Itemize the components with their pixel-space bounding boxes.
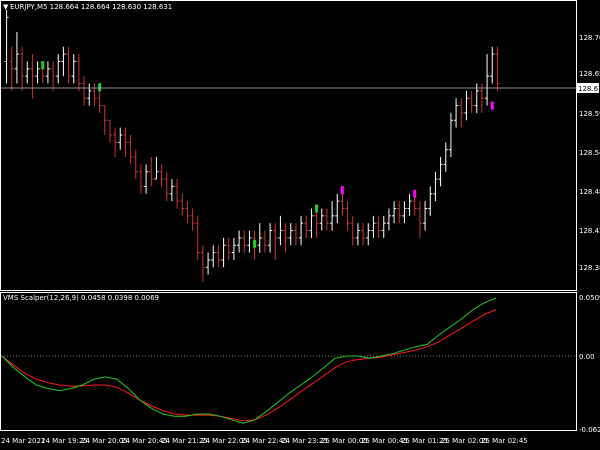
indicator-label: VMS Scalper(12,26,9) 0.0458 0.0398 0.006…: [3, 294, 159, 302]
indicator-pane[interactable]: [0, 292, 577, 431]
price-tick: 128.650: [579, 70, 600, 78]
time-tick: 24 Mar 2021: [1, 437, 45, 445]
time-axis: 24 Mar 2021 24 Mar 19:25 24 Mar 20:05 24…: [1, 437, 528, 445]
current-price-label: 128.631: [578, 85, 600, 93]
price-tick: 128.430: [579, 227, 600, 235]
buy-signal-marker: [98, 83, 102, 92]
price-tick: 128.380: [579, 264, 600, 272]
sell-signal-marker: [340, 186, 344, 195]
indicator-tick: 0.0509: [579, 294, 600, 302]
trading-chart[interactable]: 128.631 ▼ EURJPY,M5 128.664 128.664 128.…: [0, 0, 600, 450]
price-tick: 128.485: [579, 188, 600, 196]
indicator-tick: 0.00: [579, 353, 595, 361]
buy-signal-marker: [253, 239, 257, 248]
chart-header-symbol: EURJPY,M5 128.664 128.664 128.630 128.63…: [10, 3, 172, 11]
price-axis: 128.700 128.650 128.595 128.540 128.485 …: [579, 34, 600, 272]
sell-signal-marker: [490, 101, 494, 110]
indicator-axis: 0.0509 0.00 -0.0621: [579, 294, 600, 434]
price-tick: 128.540: [579, 149, 600, 157]
buy-signal-marker: [315, 204, 319, 213]
chart-header-arrow[interactable]: ▼: [3, 3, 9, 11]
price-tick: 128.595: [579, 110, 600, 118]
sell-signal-marker: [413, 189, 417, 198]
buy-signal-marker: [41, 61, 45, 70]
price-tick: 128.700: [579, 34, 600, 42]
time-tick: 25 Mar 02:45: [481, 437, 528, 445]
price-pane[interactable]: [0, 0, 577, 291]
indicator-tick: -0.0621: [579, 426, 600, 434]
